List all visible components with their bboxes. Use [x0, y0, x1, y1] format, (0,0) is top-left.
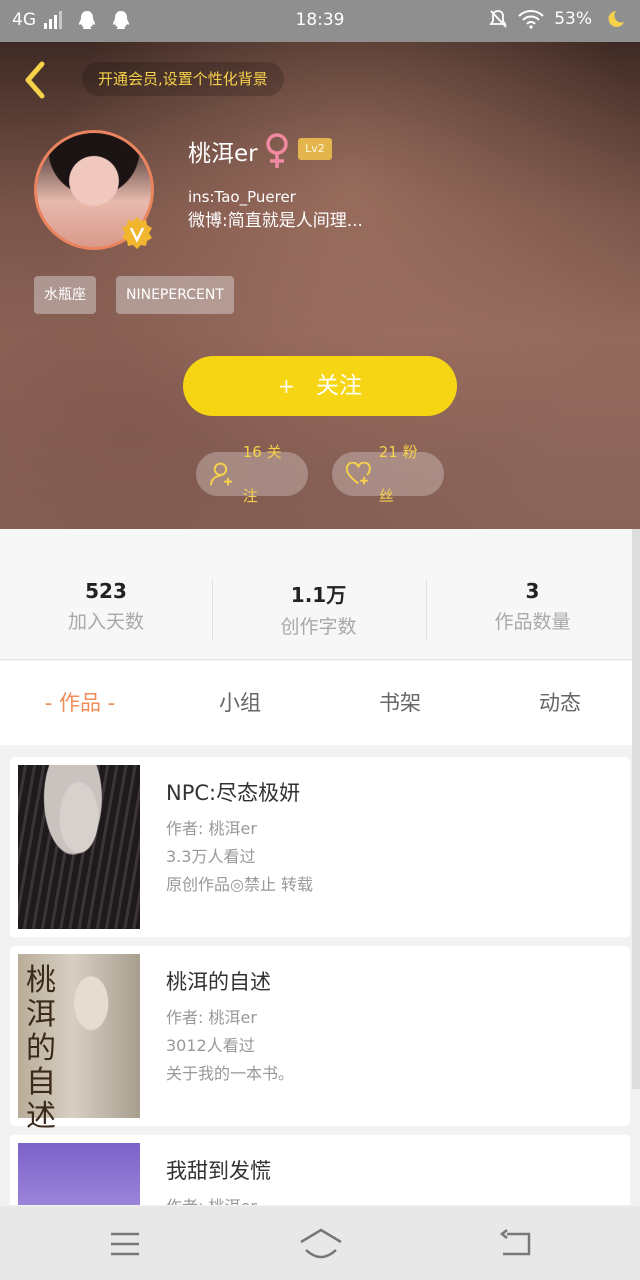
- back-icon[interactable]: [16, 58, 56, 102]
- status-right: 53%: [488, 9, 626, 29]
- tab-groups[interactable]: 小组: [160, 661, 320, 745]
- mute-bell-icon: [489, 10, 507, 28]
- work-author: 作者: 桃洱er: [166, 1008, 257, 1027]
- moon-star-icon: [608, 11, 624, 27]
- work-cover[interactable]: [18, 1143, 140, 1205]
- heart-add-icon: [346, 462, 371, 485]
- wifi-icon: [518, 10, 544, 29]
- vip-background-tip[interactable]: 开通会员,设置个性化背景: [82, 62, 284, 96]
- menu-icon[interactable]: [105, 1224, 145, 1264]
- following-count-button[interactable]: 16 关注: [196, 443, 308, 505]
- return-icon[interactable]: [495, 1224, 535, 1264]
- tab-works[interactable]: - 作品 -: [0, 661, 160, 745]
- stat-works-count: 3 作品数量: [426, 579, 638, 641]
- work-author: 作者: 桃洱er: [166, 819, 257, 838]
- work-cover[interactable]: [18, 765, 140, 929]
- weibo-bio[interactable]: 微博:简直就是人间理...: [188, 206, 363, 231]
- tab-bookshelf[interactable]: 书架: [320, 661, 480, 745]
- stats-row: 523 加入天数 1.1万 创作字数 3 作品数量: [0, 529, 632, 660]
- work-title: NPC:尽态极妍: [166, 781, 301, 805]
- stat-label: 加入天数: [67, 611, 144, 633]
- profile-tabs: - 作品 - 小组 书架 动态: [0, 661, 632, 745]
- female-icon: [266, 133, 288, 168]
- fans-count: 21 粉丝: [378, 443, 418, 505]
- work-title: 我甜到发慌: [166, 1159, 271, 1183]
- stat-label: 作品数量: [494, 611, 571, 633]
- stat-join-days: 523 加入天数: [0, 579, 212, 641]
- work-title: 桃洱的自述: [166, 970, 271, 994]
- work-card[interactable]: 我甜到发慌 作者: 桃洱er: [10, 1135, 630, 1205]
- cover-title-text: 桃洱的自述: [26, 963, 56, 1134]
- follow-label: 关注: [316, 373, 363, 399]
- person-add-icon: [210, 462, 232, 486]
- level-badge: Lv2: [298, 138, 332, 160]
- verified-v-icon: [122, 217, 152, 249]
- work-author: 作者: 桃洱er: [166, 1193, 257, 1205]
- stat-word-count: 1.1万 创作字数: [212, 579, 424, 641]
- work-card[interactable]: NPC:尽态极妍 作者: 桃洱er 3.3万人看过 原创作品◎禁止 转载: [10, 757, 630, 937]
- work-views: 3.3万人看过: [166, 847, 256, 866]
- stat-value: 3: [525, 579, 540, 603]
- works-list: NPC:尽态极妍 作者: 桃洱er 3.3万人看过 原创作品◎禁止 转载 桃洱的…: [0, 745, 632, 1205]
- battery-text: 53%: [554, 9, 592, 29]
- home-icon[interactable]: [298, 1224, 344, 1264]
- status-bar: 4G 18:39 53%: [0, 0, 640, 42]
- stat-value: 523: [85, 579, 127, 603]
- tag-ninepercent[interactable]: NINEPERCENT: [116, 276, 234, 314]
- scrollbar[interactable]: [632, 529, 640, 1089]
- profile-header: 开通会员,设置个性化背景 桃洱er Lv2 ins:Tao_Puerer 微博:…: [0, 42, 640, 529]
- stat-value: 1.1万: [290, 583, 347, 607]
- avatar-container: [34, 130, 154, 250]
- tag-zodiac[interactable]: 水瓶座: [34, 276, 96, 314]
- work-card[interactable]: 桃洱的自述 桃洱的自述 作者: 桃洱er 3012人看过 关于我的一本书。: [10, 946, 630, 1134]
- ins-handle: ins:Tao_Puerer: [188, 188, 296, 206]
- tab-activity[interactable]: 动态: [480, 661, 640, 745]
- username: 桃洱er: [188, 141, 258, 167]
- profile-screen: 4G 18:39 53% 开通会员,设置个性化背景 桃洱er Lv2 ins:T…: [0, 0, 640, 1280]
- work-description: 关于我的一本书。: [166, 1064, 295, 1083]
- following-count: 16 关注: [242, 443, 282, 505]
- plus-icon: +: [277, 374, 295, 398]
- follow-button[interactable]: + 关注: [183, 356, 457, 416]
- system-nav-bar: [0, 1206, 640, 1280]
- work-description: 原创作品◎禁止 转载: [166, 875, 314, 894]
- work-cover[interactable]: 桃洱的自述: [18, 954, 140, 1134]
- stat-label: 创作字数: [280, 616, 357, 638]
- work-views: 3012人看过: [166, 1036, 255, 1055]
- fans-count-button[interactable]: 21 粉丝: [332, 443, 444, 505]
